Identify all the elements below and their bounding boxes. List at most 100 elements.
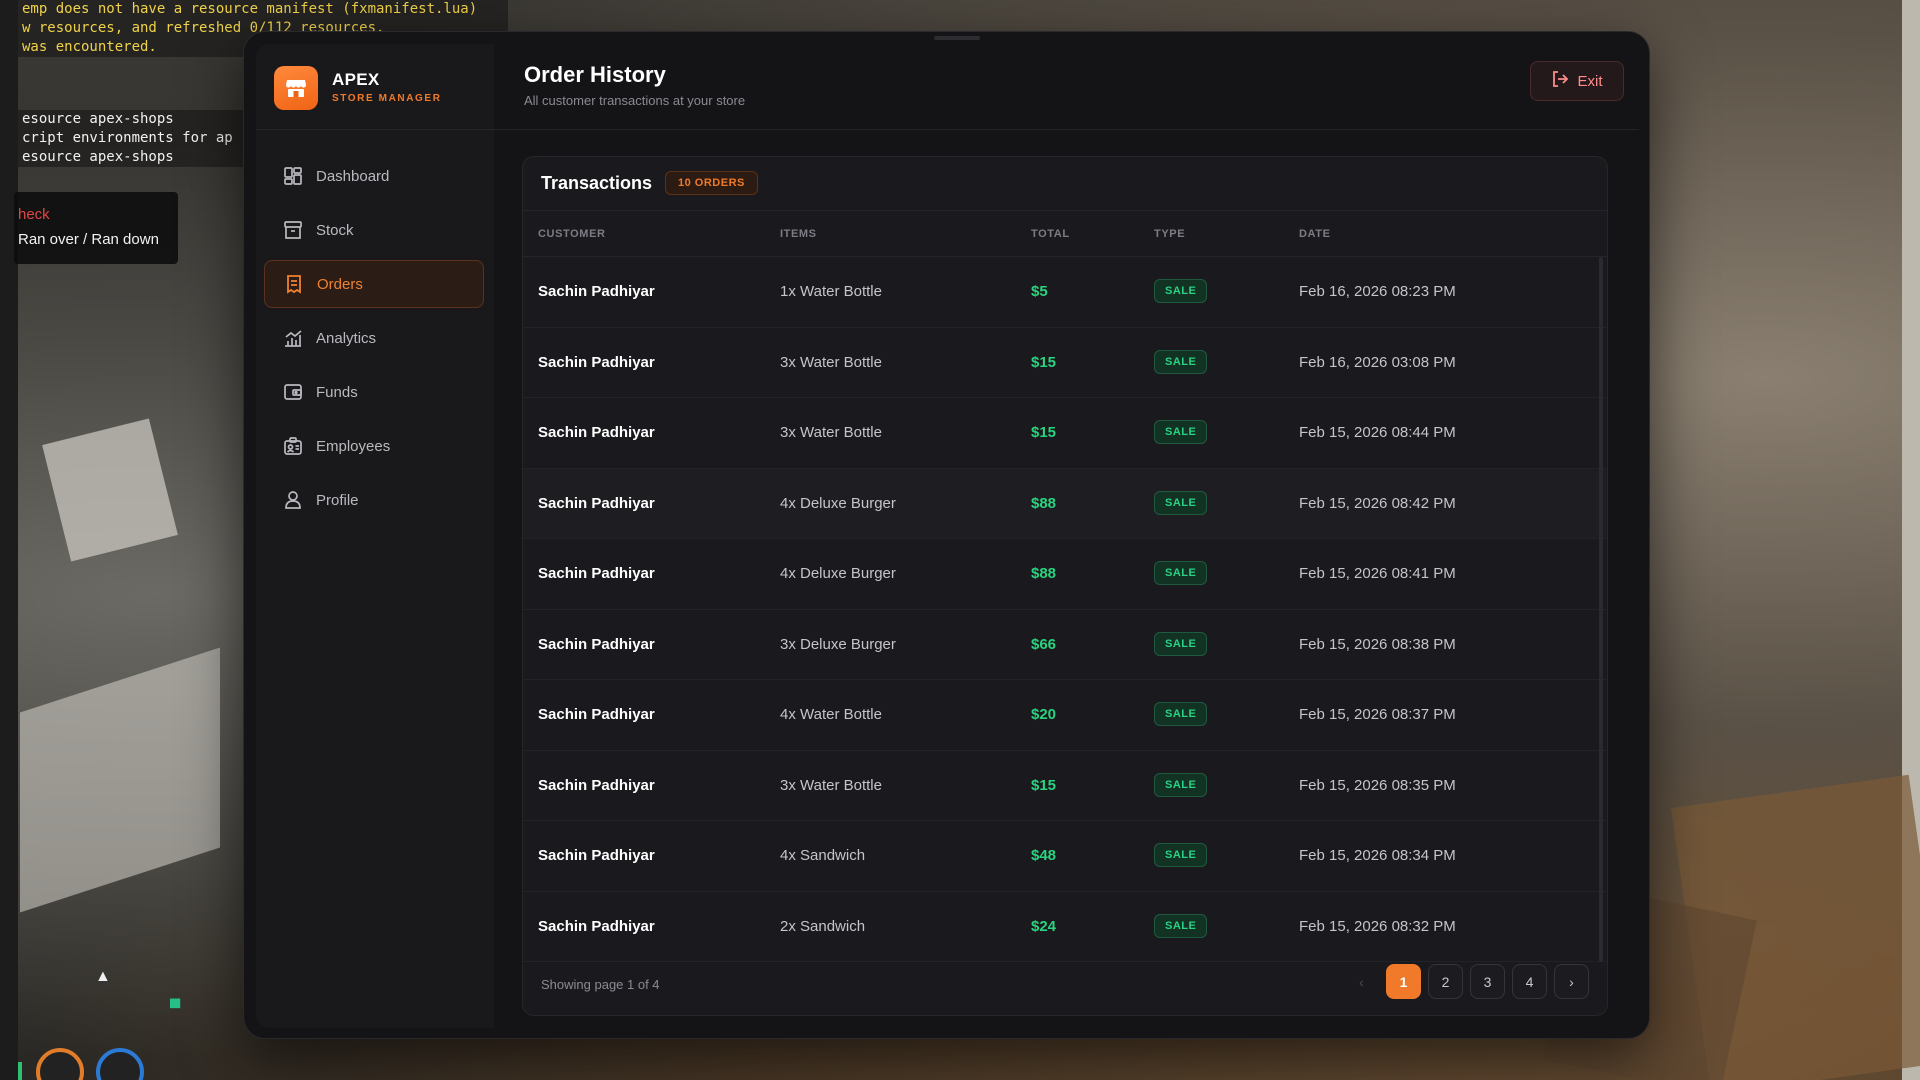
cell-total: $88 <box>1031 565 1057 582</box>
sidebar-item-stock[interactable]: Stock <box>264 206 484 254</box>
wallet-icon <box>282 381 304 403</box>
cell-date: Feb 16, 2026 08:23 PM <box>1299 283 1456 300</box>
cell-customer: Sachin Padhiyar <box>538 565 655 582</box>
table-row[interactable]: Sachin Padhiyar 3x Deluxe Burger $66 SAL… <box>523 610 1607 680</box>
panel-header: Transactions 10 ORDERS <box>523 157 1607 211</box>
page-button-1[interactable]: 1 <box>1386 964 1421 999</box>
cell-customer: Sachin Padhiyar <box>538 494 655 512</box>
sidebar-item-label: Profile <box>316 491 359 509</box>
cell-date: Feb 15, 2026 08:37 PM <box>1299 706 1456 723</box>
cell-items: 2x Sandwich <box>780 917 866 935</box>
table-row[interactable]: Sachin Padhiyar 3x Water Bottle $15 SALE… <box>523 328 1607 398</box>
sale-badge: SALE <box>1154 349 1208 374</box>
sidebar-item-label: Analytics <box>316 329 377 347</box>
brand-name: APEX <box>332 70 380 89</box>
page-button-2[interactable]: 2 <box>1428 964 1463 999</box>
sidebar-item-profile[interactable]: Profile <box>264 476 484 524</box>
sidebar-item-dashboard[interactable]: Dashboard <box>264 152 484 200</box>
cell-date: Feb 15, 2026 08:42 PM <box>1299 494 1456 512</box>
sale-badge: SALE <box>1154 772 1208 797</box>
sidebar-item-label: Dashboard <box>316 167 390 185</box>
brand-header: APEX STORE MANAGER <box>256 44 494 130</box>
sale-badge: SALE <box>1154 561 1208 585</box>
sale-badge: SALE <box>1154 843 1208 867</box>
table-row[interactable]: Sachin Padhiyar 4x Deluxe Burger $88 SAL… <box>523 468 1607 539</box>
cell-customer: Sachin Padhiyar <box>538 847 655 864</box>
console-line: esource apex-shops <box>22 111 174 127</box>
cell-total: $15 <box>1031 776 1057 794</box>
cell-total: $20 <box>1031 706 1057 723</box>
next-page-button[interactable]: › <box>1554 964 1589 999</box>
chart-icon <box>282 327 304 349</box>
dashboard-icon <box>282 165 304 187</box>
receipt-icon <box>283 273 305 295</box>
cell-customer: Sachin Padhiyar <box>538 283 655 300</box>
sale-badge: SALE <box>1154 702 1208 726</box>
health-bar <box>18 1062 22 1080</box>
table-row[interactable]: Sachin Padhiyar 4x Sandwich $48 SALE Feb… <box>523 821 1607 892</box>
column-header-type[interactable]: TYPE <box>1154 228 1185 240</box>
sidebar-item-label: Orders <box>317 275 363 293</box>
cell-total: $88 <box>1031 494 1057 512</box>
cell-date: Feb 15, 2026 08:41 PM <box>1299 565 1456 582</box>
sidebar-item-analytics[interactable]: Analytics <box>264 314 484 362</box>
table-scrollbar[interactable] <box>1599 257 1603 962</box>
sale-badge: SALE <box>1154 631 1208 656</box>
cell-customer: Sachin Padhiyar <box>538 706 655 723</box>
cell-date: Feb 15, 2026 08:38 PM <box>1299 635 1456 653</box>
waypoint-arrow-icon: ▲ <box>95 968 111 985</box>
logout-icon <box>1551 70 1569 92</box>
cell-items: 1x Water Bottle <box>780 283 882 300</box>
table-row[interactable]: Sachin Padhiyar 4x Deluxe Burger $88 SAL… <box>523 539 1607 610</box>
table-row[interactable]: Sachin Padhiyar 2x Sandwich $24 SALE Feb… <box>523 892 1607 962</box>
pagination: ‹ 1 2 3 4 › <box>1344 964 1589 999</box>
prev-page-button[interactable]: ‹ <box>1344 964 1379 999</box>
store-manager-window: APEX STORE MANAGER Dashboard Stock Order… <box>243 31 1650 1039</box>
cell-items: 3x Water Bottle <box>780 353 882 371</box>
main-content: Order History All customer transactions … <box>494 44 1639 1028</box>
cell-items: 4x Deluxe Burger <box>780 565 896 582</box>
user-icon <box>282 489 304 511</box>
brand-subtitle: STORE MANAGER <box>332 93 442 104</box>
sidebar-item-label: Employees <box>316 437 391 455</box>
column-header-date[interactable]: DATE <box>1299 228 1331 240</box>
notice-title: heck <box>18 206 50 223</box>
exit-button[interactable]: Exit <box>1530 61 1624 101</box>
sale-badge: SALE <box>1154 490 1208 515</box>
console-line: esource apex-shops <box>22 149 174 165</box>
sidebar-item-label: Stock <box>316 221 354 239</box>
page-subtitle: All customer transactions at your store <box>524 93 746 108</box>
id-card-icon <box>282 435 304 457</box>
table-row[interactable]: Sachin Padhiyar 4x Water Bottle $20 SALE… <box>523 680 1607 751</box>
cell-items: 3x Deluxe Burger <box>780 635 896 653</box>
store-logo-icon <box>274 66 318 110</box>
sidebar-item-funds[interactable]: Funds <box>264 368 484 416</box>
cell-customer: Sachin Padhiyar <box>538 635 655 653</box>
table-body: Sachin Padhiyar 1x Water Bottle $5 SALE … <box>523 257 1607 962</box>
cell-customer: Sachin Padhiyar <box>538 353 655 371</box>
page-button-3[interactable]: 3 <box>1470 964 1505 999</box>
column-header-items[interactable]: ITEMS <box>780 228 817 240</box>
page-button-4[interactable]: 4 <box>1512 964 1547 999</box>
window-handle[interactable] <box>934 36 980 40</box>
sidebar-item-employees[interactable]: Employees <box>264 422 484 470</box>
table-header: CUSTOMER ITEMS TOTAL TYPE DATE <box>523 211 1607 257</box>
background-edge <box>0 0 18 1080</box>
table-row[interactable]: Sachin Padhiyar 3x Water Bottle $15 SALE… <box>523 398 1607 469</box>
cell-date: Feb 15, 2026 08:32 PM <box>1299 917 1456 935</box>
sale-badge: SALE <box>1154 913 1208 938</box>
console-line: cript environments for ap <box>22 130 233 146</box>
cell-date: Feb 15, 2026 08:44 PM <box>1299 424 1456 441</box>
sidebar: APEX STORE MANAGER Dashboard Stock Order… <box>256 44 494 1028</box>
cell-customer: Sachin Padhiyar <box>538 776 655 794</box>
column-header-total[interactable]: TOTAL <box>1031 228 1070 240</box>
game-notice: heck Ran over / Ran down <box>14 192 178 264</box>
cell-items: 4x Sandwich <box>780 847 866 864</box>
cell-date: Feb 15, 2026 08:34 PM <box>1299 847 1456 864</box>
sale-badge: SALE <box>1154 420 1208 444</box>
column-header-customer[interactable]: CUSTOMER <box>538 228 606 240</box>
sidebar-item-orders[interactable]: Orders <box>264 260 484 308</box>
table-row[interactable]: Sachin Padhiyar 3x Water Bottle $15 SALE… <box>523 751 1607 821</box>
cell-items: 4x Deluxe Burger <box>780 494 896 512</box>
table-row[interactable]: Sachin Padhiyar 1x Water Bottle $5 SALE … <box>523 257 1607 328</box>
